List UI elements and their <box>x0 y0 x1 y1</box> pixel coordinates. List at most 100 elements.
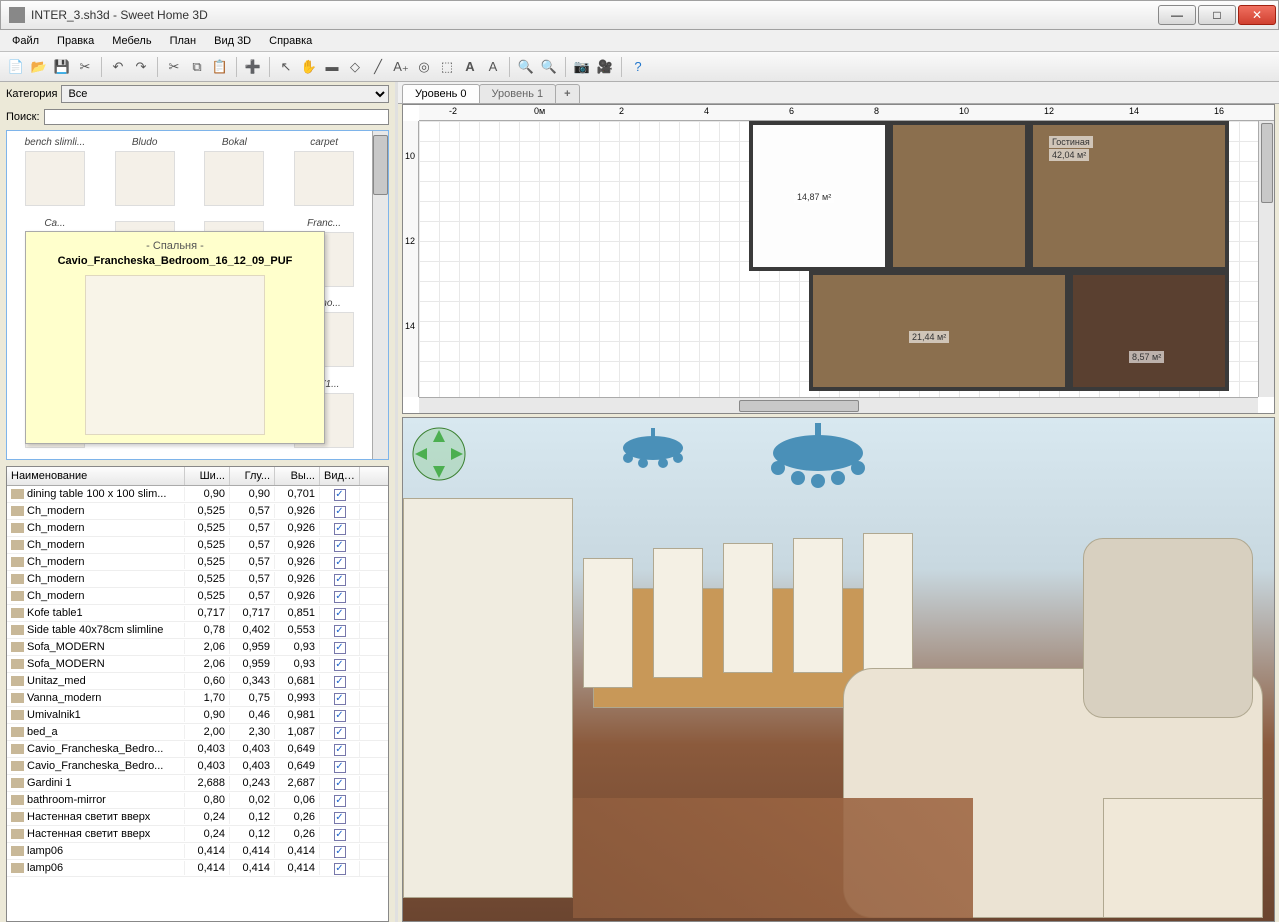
visible-checkbox[interactable]: ✓ <box>334 506 346 518</box>
table-row[interactable]: Vanna_modern1,700,750,993✓ <box>7 690 388 707</box>
close-button[interactable]: ✕ <box>1238 5 1276 25</box>
menu-plan[interactable]: План <box>162 33 205 49</box>
table-row[interactable]: Cavio_Francheska_Bedro...0,4030,4030,649… <box>7 758 388 775</box>
visible-checkbox[interactable]: ✓ <box>334 727 346 739</box>
plan-h-scrollbar[interactable] <box>419 397 1258 413</box>
zoom-in-icon[interactable]: 🔍 <box>516 57 536 77</box>
visible-checkbox[interactable]: ✓ <box>334 761 346 773</box>
visible-checkbox[interactable]: ✓ <box>334 642 346 654</box>
visible-checkbox[interactable]: ✓ <box>334 574 346 586</box>
table-row[interactable]: Настенная светит вверх0,240,120,26✓ <box>7 809 388 826</box>
visible-checkbox[interactable]: ✓ <box>334 829 346 841</box>
copy-icon[interactable]: ⧉ <box>187 57 207 77</box>
plan-canvas[interactable]: 14,87 м² Гостиная 42,04 м² 21,44 м² 8,57… <box>419 121 1258 397</box>
visible-checkbox[interactable]: ✓ <box>334 693 346 705</box>
table-row[interactable]: Kofe table10,7170,7170,851✓ <box>7 605 388 622</box>
table-row[interactable]: Ch_modern0,5250,570,926✓ <box>7 503 388 520</box>
plan-view[interactable]: -2 0м 2 4 6 8 10 12 14 16 10 12 14 14,87… <box>402 104 1275 414</box>
search-input[interactable] <box>44 109 389 125</box>
video-icon[interactable]: 🎥 <box>595 57 615 77</box>
catalog-scrollbar[interactable] <box>372 131 388 459</box>
col-header-visible[interactable]: Види... <box>320 467 360 485</box>
undo-icon[interactable]: ↶ <box>108 57 128 77</box>
visible-checkbox[interactable]: ✓ <box>334 659 346 671</box>
visible-checkbox[interactable]: ✓ <box>334 489 346 501</box>
text-icon[interactable]: A <box>460 57 480 77</box>
tab-level-1[interactable]: Уровень 1 <box>479 84 557 103</box>
tool2-icon[interactable]: ⬚ <box>437 57 457 77</box>
menu-help[interactable]: Справка <box>261 33 320 49</box>
polyline-icon[interactable]: ╱ <box>368 57 388 77</box>
help-icon[interactable]: ? <box>628 57 648 77</box>
table-row[interactable]: Gardini 12,6880,2432,687✓ <box>7 775 388 792</box>
select-icon[interactable]: ↖ <box>276 57 296 77</box>
visible-checkbox[interactable]: ✓ <box>334 540 346 552</box>
col-header-name[interactable]: Наименование <box>7 467 185 485</box>
visible-checkbox[interactable]: ✓ <box>334 625 346 637</box>
table-row[interactable]: Настенная светит вверх0,240,120,26✓ <box>7 826 388 843</box>
add-furniture-icon[interactable]: ➕ <box>243 57 263 77</box>
maximize-button[interactable]: □ <box>1198 5 1236 25</box>
menu-furniture[interactable]: Мебель <box>104 33 159 49</box>
visible-checkbox[interactable]: ✓ <box>334 710 346 722</box>
catalog-item[interactable]: Bludo <box>101 135 189 214</box>
visible-checkbox[interactable]: ✓ <box>334 812 346 824</box>
category-select[interactable]: Все <box>61 85 389 103</box>
col-header-height[interactable]: Вы... <box>275 467 320 485</box>
tool1-icon[interactable]: ◎ <box>414 57 434 77</box>
catalog-item[interactable]: Bokal <box>191 135 279 214</box>
visible-checkbox[interactable]: ✓ <box>334 523 346 535</box>
table-row[interactable]: Ch_modern0,5250,570,926✓ <box>7 537 388 554</box>
zoom-out-icon[interactable]: 🔍 <box>539 57 559 77</box>
room-icon[interactable]: ◇ <box>345 57 365 77</box>
catalog-item[interactable]: carpet <box>280 135 368 214</box>
table-row[interactable]: lamp060,4140,4140,414✓ <box>7 843 388 860</box>
table-row[interactable]: Unitaz_med0,600,3430,681✓ <box>7 673 388 690</box>
col-header-depth[interactable]: Глу... <box>230 467 275 485</box>
view-3d[interactable] <box>402 417 1275 922</box>
table-row[interactable]: Side table 40x78cm slimline0,780,4020,55… <box>7 622 388 639</box>
catalog-item[interactable]: bench slimli... <box>11 135 99 214</box>
table-row[interactable]: Ch_modern0,5250,570,926✓ <box>7 554 388 571</box>
menu-edit[interactable]: Правка <box>49 33 102 49</box>
paste-icon[interactable]: 📋 <box>210 57 230 77</box>
visible-checkbox[interactable]: ✓ <box>334 795 346 807</box>
table-row[interactable]: Sofa_MODERN2,060,9590,93✓ <box>7 656 388 673</box>
table-row[interactable]: Ch_modern0,5250,570,926✓ <box>7 520 388 537</box>
visible-checkbox[interactable]: ✓ <box>334 557 346 569</box>
dim-icon[interactable]: A₊ <box>391 57 411 77</box>
pan-icon[interactable]: ✋ <box>299 57 319 77</box>
menu-file[interactable]: Файл <box>4 33 47 49</box>
table-row[interactable]: Sofa_MODERN2,060,9590,93✓ <box>7 639 388 656</box>
prefs-icon[interactable]: ✂ <box>75 57 95 77</box>
col-header-width[interactable]: Ши... <box>185 467 230 485</box>
redo-icon[interactable]: ↷ <box>131 57 151 77</box>
table-row[interactable]: Cavio_Francheska_Bedro...0,4030,4030,649… <box>7 741 388 758</box>
visible-checkbox[interactable]: ✓ <box>334 608 346 620</box>
table-row[interactable]: Ch_modern0,5250,570,926✓ <box>7 588 388 605</box>
table-row[interactable]: dining table 100 x 100 slim...0,900,900,… <box>7 486 388 503</box>
tab-add[interactable]: + <box>555 84 579 103</box>
visible-checkbox[interactable]: ✓ <box>334 778 346 790</box>
plan-v-scrollbar[interactable] <box>1258 121 1274 397</box>
navigation-compass[interactable] <box>411 426 467 482</box>
menu-view3d[interactable]: Вид 3D <box>206 33 259 49</box>
table-row[interactable]: bed_a2,002,301,087✓ <box>7 724 388 741</box>
table-row[interactable]: lamp060,4140,4140,414✓ <box>7 860 388 877</box>
new-icon[interactable]: 📄 <box>6 57 26 77</box>
visible-checkbox[interactable]: ✓ <box>334 846 346 858</box>
tab-level-0[interactable]: Уровень 0 <box>402 84 480 103</box>
cut-icon[interactable]: ✂ <box>164 57 184 77</box>
visible-checkbox[interactable]: ✓ <box>334 863 346 875</box>
table-row[interactable]: Ch_modern0,5250,570,926✓ <box>7 571 388 588</box>
table-row[interactable]: Umivalnik10,900,460,981✓ <box>7 707 388 724</box>
save-icon[interactable]: 💾 <box>52 57 72 77</box>
open-icon[interactable]: 📂 <box>29 57 49 77</box>
visible-checkbox[interactable]: ✓ <box>334 676 346 688</box>
photo-icon[interactable]: 📷 <box>572 57 592 77</box>
visible-checkbox[interactable]: ✓ <box>334 744 346 756</box>
tool3-icon[interactable]: A <box>483 57 503 77</box>
table-row[interactable]: bathroom-mirror0,800,020,06✓ <box>7 792 388 809</box>
wall-icon[interactable]: ▬ <box>322 57 342 77</box>
visible-checkbox[interactable]: ✓ <box>334 591 346 603</box>
